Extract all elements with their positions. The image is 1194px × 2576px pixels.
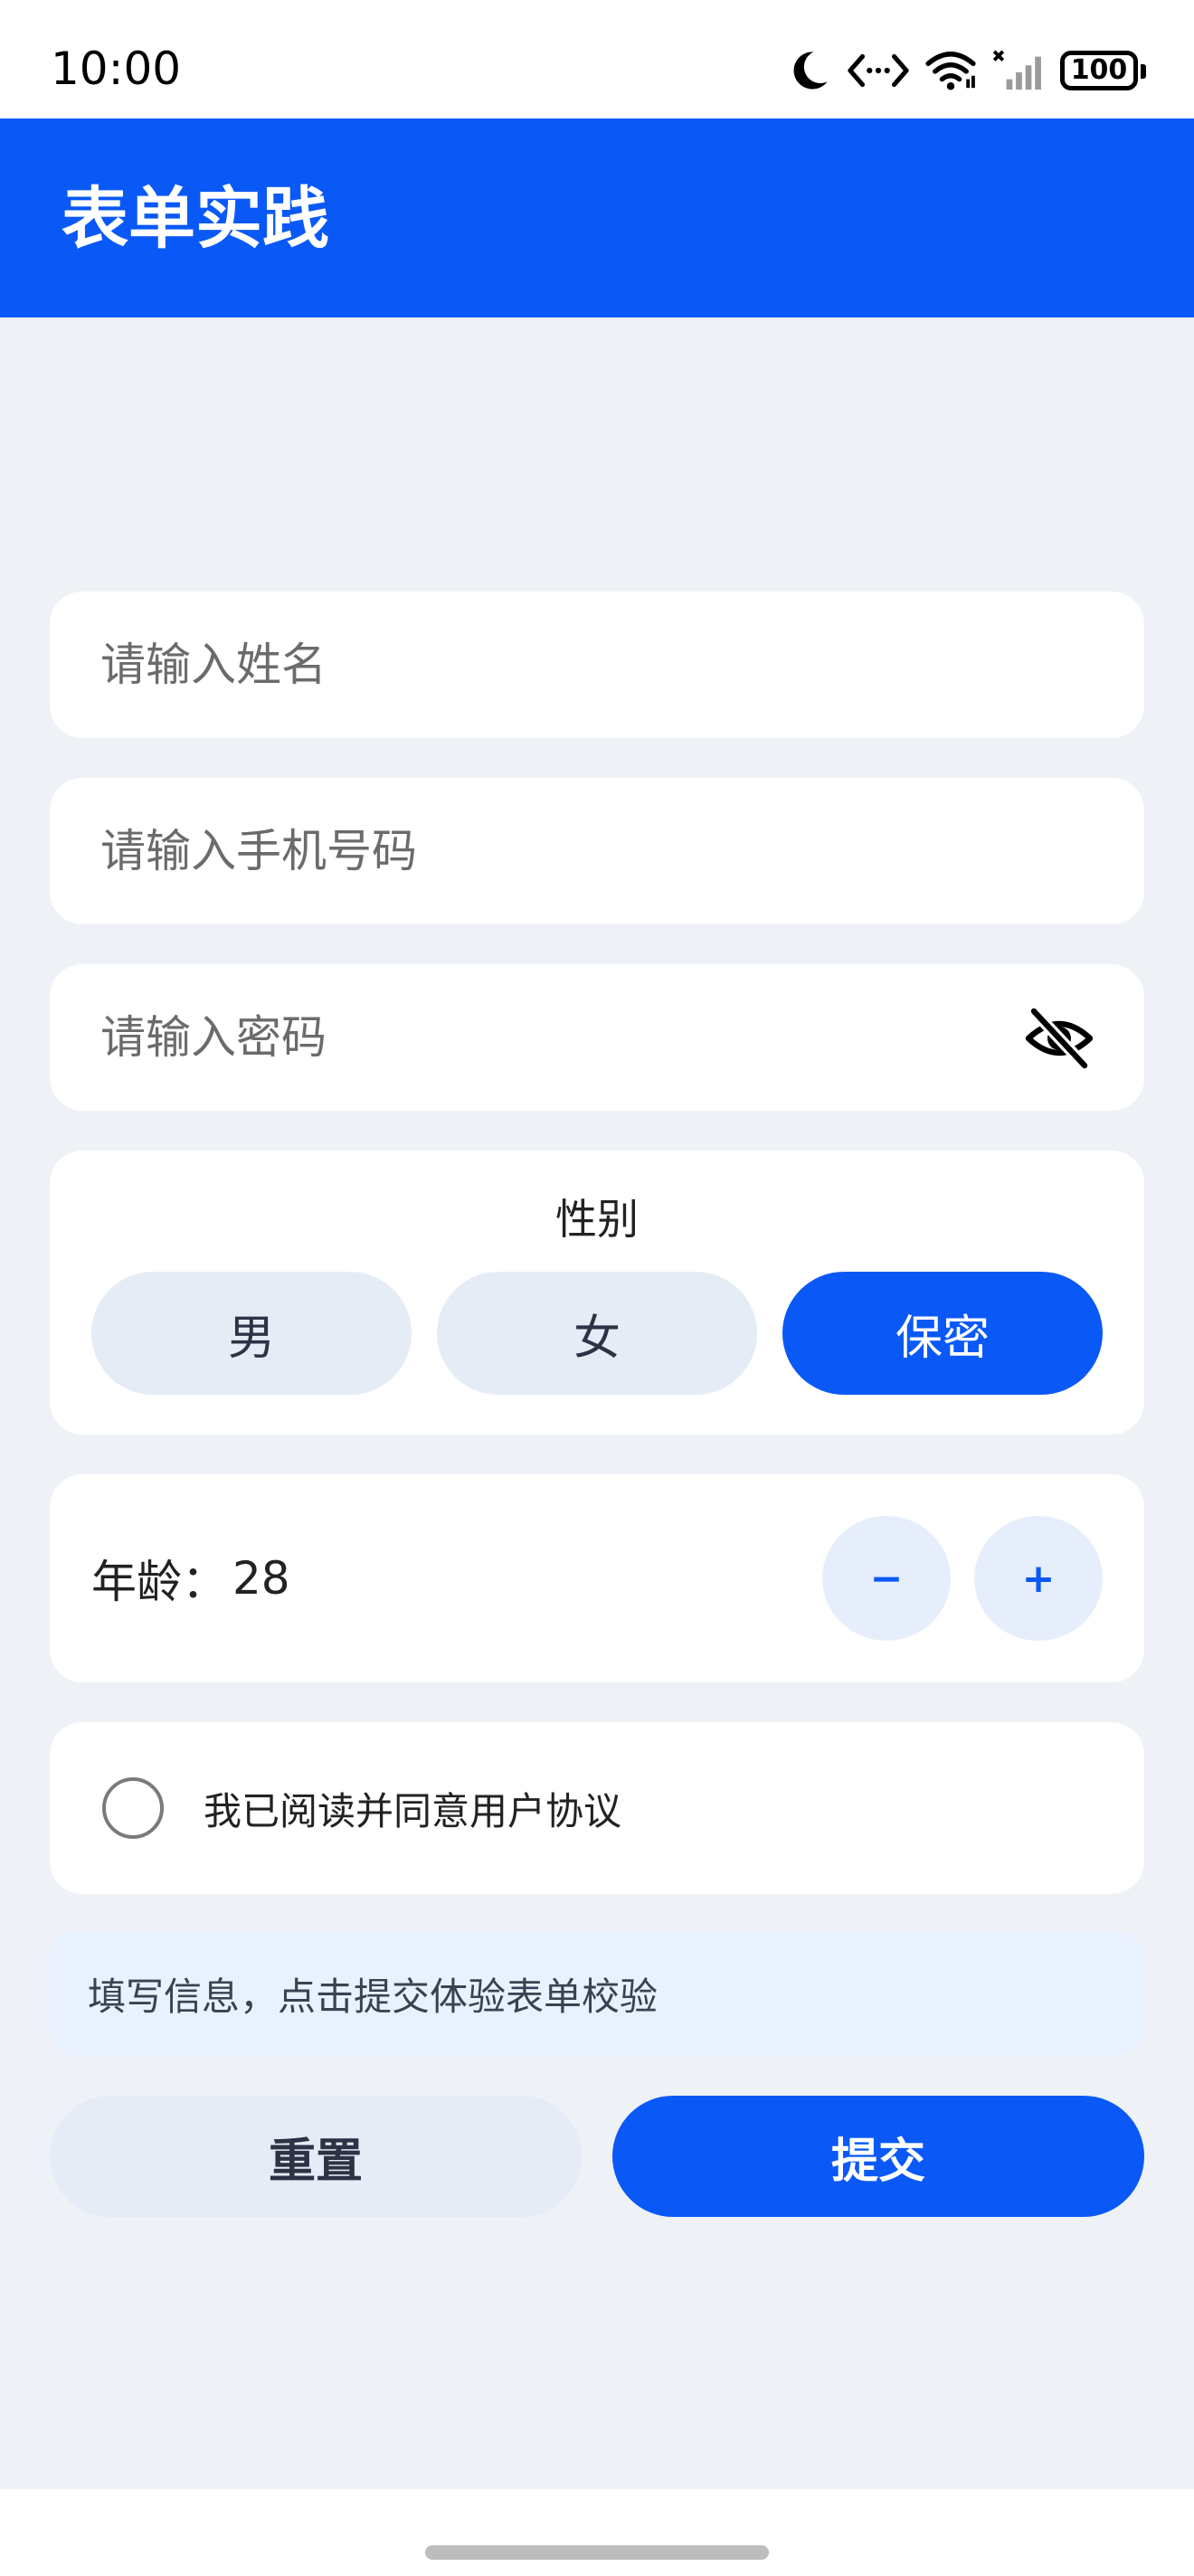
battery-icon: 100 (1060, 51, 1146, 90)
home-indicator[interactable] (425, 2545, 769, 2560)
wifi-icon (924, 50, 977, 91)
gender-option-secret[interactable]: 保密 (782, 1272, 1103, 1395)
age-card: 年龄： 28 − + (50, 1474, 1144, 1682)
eye-off-icon[interactable] (1025, 1005, 1094, 1072)
phone-field-card (50, 778, 1144, 924)
gender-card: 性别 男 女 保密 (50, 1151, 1144, 1435)
agreement-card: 我已阅读并同意用户协议 (50, 1722, 1144, 1894)
code-icon (847, 51, 910, 90)
gender-option-male[interactable]: 男 (91, 1272, 412, 1395)
status-time: 10:00 (51, 43, 182, 95)
hint-text: 填写信息，点击提交体验表单校验 (88, 1974, 659, 2019)
age-increment-button[interactable]: + (974, 1516, 1103, 1641)
agreement-checkbox[interactable] (102, 1777, 164, 1839)
age-decrement-button[interactable]: − (822, 1516, 951, 1641)
signal-icon (991, 50, 1046, 91)
app-header: 表单实践 (0, 118, 1194, 317)
moon-icon (785, 47, 832, 94)
minus-icon: − (869, 1555, 904, 1602)
battery-level: 100 (1070, 54, 1128, 86)
age-value: 28 (232, 1552, 290, 1605)
plus-icon: + (1021, 1555, 1056, 1602)
reset-button[interactable]: 重置 (50, 2096, 582, 2217)
system-nav-bar (0, 2489, 1194, 2576)
phone-input[interactable] (99, 778, 1003, 924)
agreement-label[interactable]: 我已阅读并同意用户协议 (204, 1722, 621, 1894)
hint-box: 填写信息，点击提交体验表单校验 (50, 1931, 1144, 2056)
age-label: 年龄： (91, 1556, 227, 1608)
status-bar: 10:00 100 (0, 0, 1194, 118)
gender-title: 性别 (555, 1195, 639, 1244)
page-title: 表单实践 (62, 180, 329, 258)
password-field-card (50, 964, 1144, 1111)
submit-button[interactable]: 提交 (612, 2096, 1144, 2217)
age-row: 年龄： 28 (91, 1474, 290, 1682)
name-input[interactable] (99, 592, 1003, 738)
name-field-card (50, 592, 1144, 738)
status-icons: 100 (785, 42, 1147, 99)
password-input[interactable] (99, 964, 1003, 1111)
gender-options: 男 女 保密 (91, 1272, 1103, 1395)
gender-option-female[interactable]: 女 (437, 1272, 757, 1395)
